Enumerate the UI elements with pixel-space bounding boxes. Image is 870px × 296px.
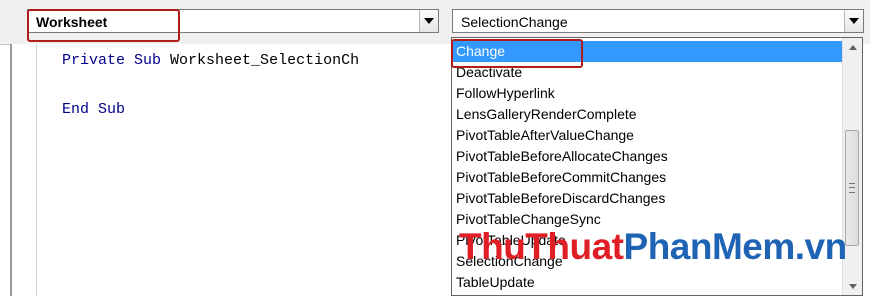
chevron-down-icon bbox=[849, 18, 859, 24]
arrow-down-icon bbox=[848, 283, 857, 289]
dropdown-item[interactable]: Deactivate bbox=[453, 62, 843, 83]
object-dropdown-button[interactable] bbox=[419, 10, 438, 32]
dropdown-item[interactable]: PivotTableBeforeDiscardChanges bbox=[453, 188, 843, 209]
watermark-part-2: PhanMem.vn bbox=[623, 226, 848, 267]
dropdown-item[interactable]: PivotTableBeforeAllocateChanges bbox=[453, 146, 843, 167]
scroll-up-button[interactable] bbox=[843, 38, 862, 56]
dropdown-item[interactable]: LensGalleryRenderComplete bbox=[453, 104, 843, 125]
watermark-part-1: ThuThuat bbox=[459, 226, 624, 267]
procedure-name: Worksheet_SelectionCh bbox=[170, 52, 360, 69]
procedure-dropdown-button[interactable] bbox=[844, 10, 863, 32]
procedure-combobox[interactable]: SelectionChange bbox=[452, 9, 864, 33]
code-keywords: Private Sub bbox=[62, 52, 162, 69]
dropdown-item[interactable]: PivotTableBeforeCommitChanges bbox=[453, 167, 843, 188]
dropdown-item[interactable]: FollowHyperlink bbox=[453, 83, 843, 104]
object-combobox[interactable]: Worksheet bbox=[27, 9, 439, 33]
procedure-combobox-value: SelectionChange bbox=[461, 14, 568, 30]
grip-icon bbox=[849, 183, 855, 193]
dropdown-item[interactable]: PivotTableAfterValueChange bbox=[453, 125, 843, 146]
code-line-2: End Sub bbox=[62, 101, 126, 118]
watermark: ThuThuatPhanMem.vn bbox=[459, 226, 847, 268]
scroll-thumb[interactable] bbox=[845, 130, 859, 246]
margin-indicator-bar bbox=[12, 44, 37, 296]
chevron-down-icon bbox=[424, 18, 434, 24]
dropdown-item[interactable]: TableUpdate bbox=[453, 272, 843, 293]
code-line-1: Private Sub Worksheet_SelectionCh bbox=[62, 52, 359, 69]
dropdown-item[interactable]: Change bbox=[453, 41, 843, 62]
object-combobox-value: Worksheet bbox=[36, 14, 108, 30]
scroll-down-button[interactable] bbox=[843, 277, 862, 295]
arrow-up-icon bbox=[848, 44, 857, 50]
